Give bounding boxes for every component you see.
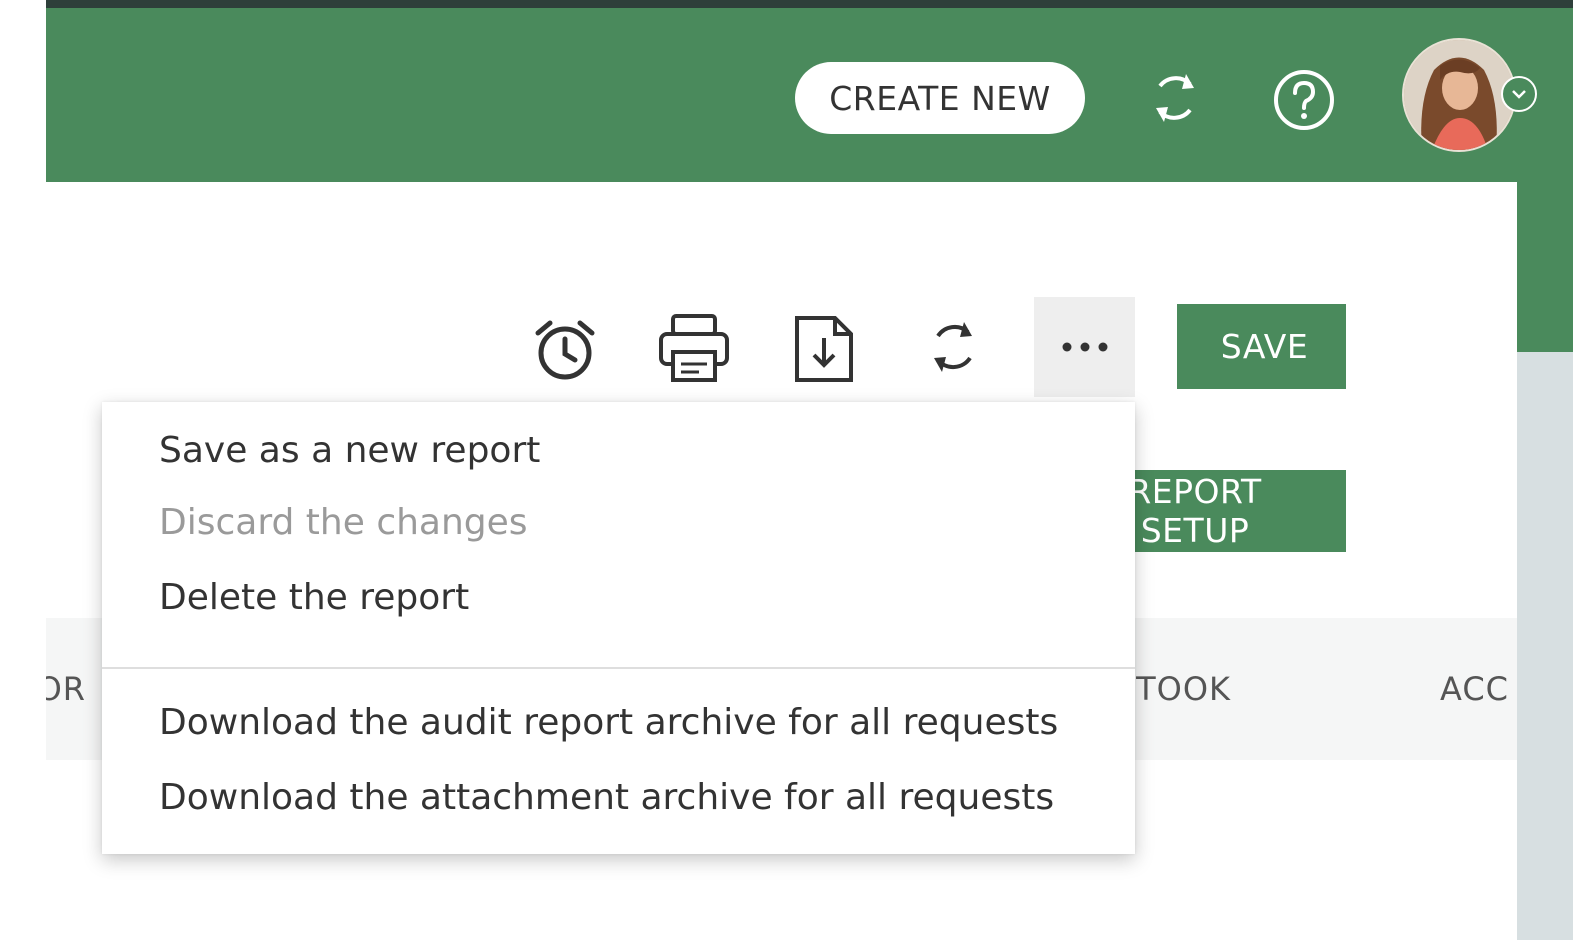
menu-divider bbox=[102, 667, 1135, 669]
print-icon[interactable] bbox=[657, 312, 731, 384]
more-icon bbox=[1062, 342, 1107, 352]
chevron-down-icon[interactable] bbox=[1501, 76, 1537, 112]
download-icon[interactable] bbox=[793, 314, 855, 384]
window-top-edge bbox=[46, 0, 1573, 8]
user-photo bbox=[1404, 40, 1514, 150]
avatar[interactable] bbox=[1402, 38, 1516, 152]
right-edge-header bbox=[1517, 182, 1573, 352]
alarm-clock-icon[interactable] bbox=[530, 315, 600, 385]
menu-item-discard-changes: Discard the changes bbox=[159, 502, 528, 543]
more-options-button[interactable] bbox=[1034, 297, 1135, 397]
menu-item-download-audit-archive[interactable]: Download the audit report archive for al… bbox=[159, 702, 1058, 743]
column-header[interactable]: OR bbox=[46, 670, 86, 708]
app-screen: CREATE NEW SAVE REPORT SETUP OR N TOOK A… bbox=[0, 0, 1573, 940]
menu-item-download-attachment-archive[interactable]: Download the attachment archive for all … bbox=[159, 777, 1054, 818]
column-header[interactable]: ACC bbox=[1440, 670, 1517, 708]
save-button[interactable]: SAVE bbox=[1177, 304, 1346, 389]
left-gutter bbox=[0, 0, 46, 940]
refresh-icon[interactable] bbox=[924, 314, 984, 380]
create-new-button[interactable]: CREATE NEW bbox=[795, 62, 1085, 134]
menu-item-save-as-new-report[interactable]: Save as a new report bbox=[159, 430, 540, 471]
right-edge-panel bbox=[1517, 352, 1573, 940]
more-options-menu: Save as a new report Discard the changes… bbox=[102, 402, 1135, 854]
refresh-icon[interactable] bbox=[1146, 64, 1204, 134]
help-icon[interactable] bbox=[1272, 68, 1336, 132]
menu-item-delete-report[interactable]: Delete the report bbox=[159, 577, 469, 618]
